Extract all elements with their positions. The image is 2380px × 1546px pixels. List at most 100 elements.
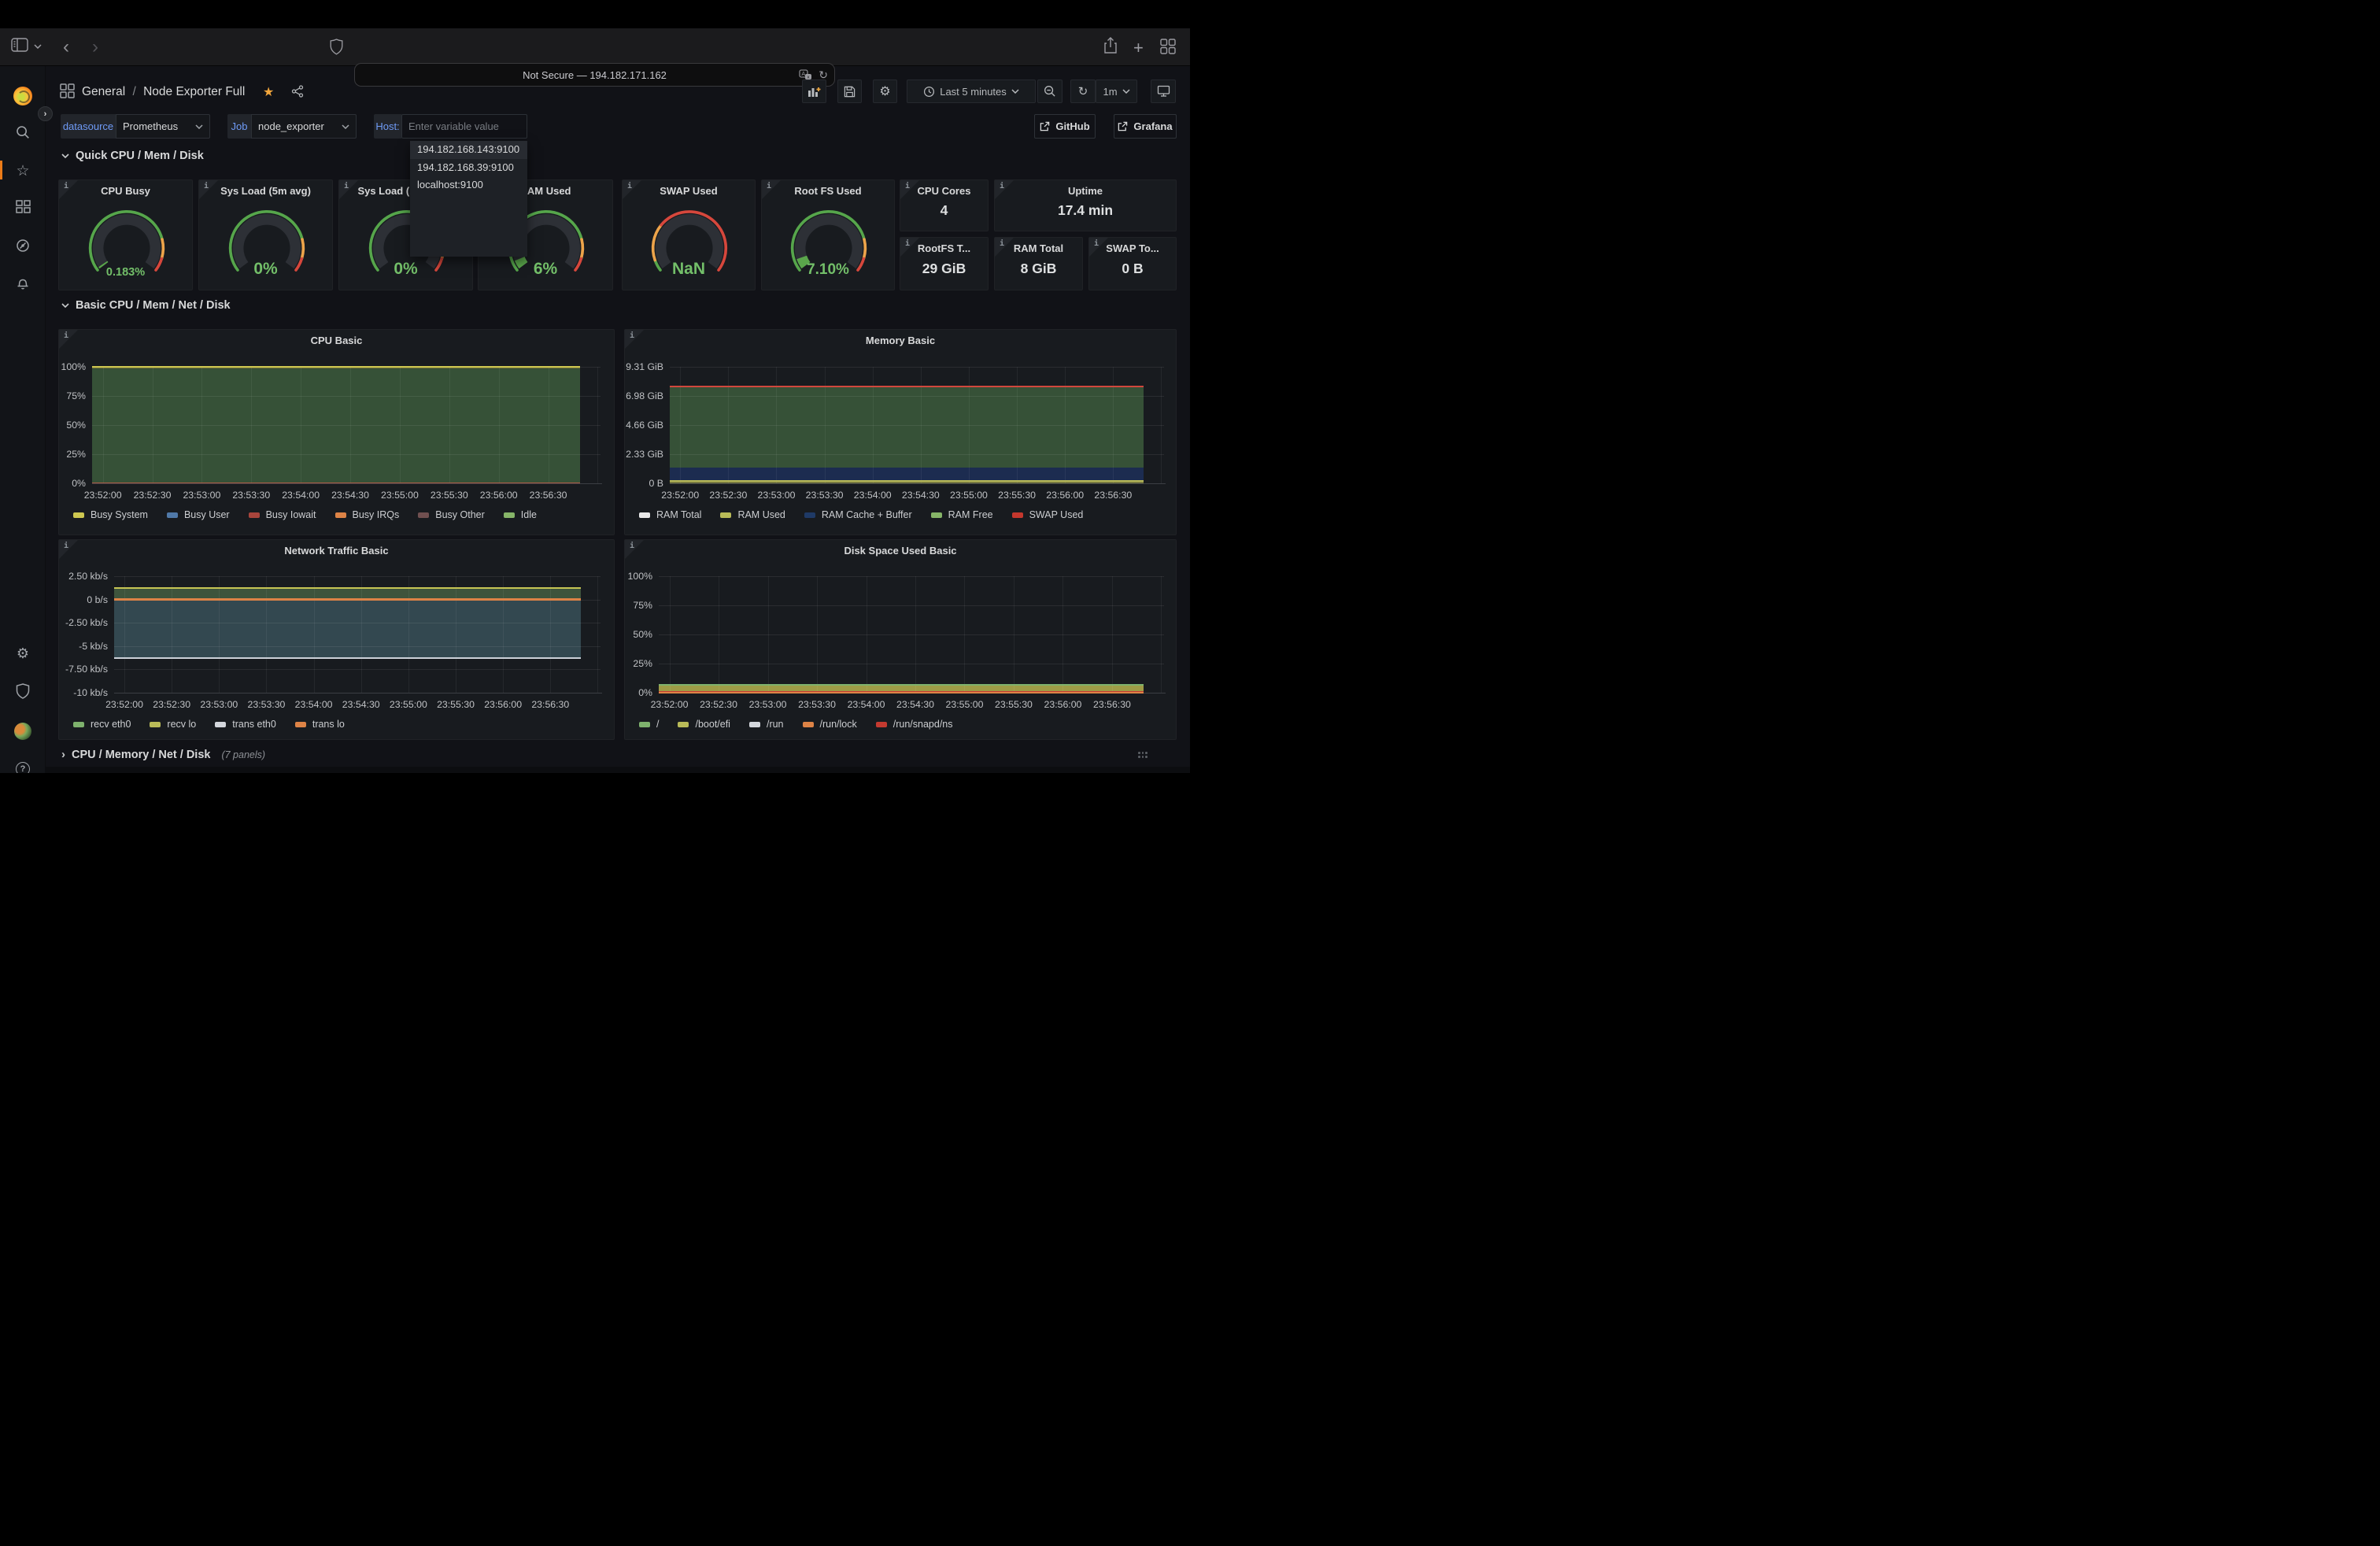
- stat-panel[interactable]: iSWAP To...0 B: [1088, 237, 1177, 290]
- back-button[interactable]: ‹: [63, 38, 69, 57]
- breadcrumb-title[interactable]: Node Exporter Full: [143, 85, 245, 98]
- chart-panel-title[interactable]: Network Traffic Basic: [59, 545, 614, 557]
- configuration-gear-icon[interactable]: ⚙: [0, 645, 46, 662]
- gauge-panel-title[interactable]: Sys Load (5m avg): [199, 185, 332, 197]
- y-axis-label: 2.33 GiB: [625, 449, 663, 460]
- chart-plot-area[interactable]: [659, 576, 1161, 693]
- sidebar-chevron-icon[interactable]: [34, 44, 42, 49]
- gauge-panel[interactable]: iCPU Busy0.183%: [58, 179, 193, 290]
- dashboard-settings-button[interactable]: ⚙: [873, 80, 897, 103]
- server-admin-shield-icon[interactable]: [0, 683, 46, 699]
- chart-panel[interactable]: iDisk Space Used Basic100%75%50%25%0%23:…: [624, 539, 1177, 740]
- stat-panel-title[interactable]: RAM Total: [995, 242, 1082, 254]
- job-variable-select[interactable]: node_exporter: [251, 114, 357, 139]
- gauge-panel[interactable]: iRoot FS Used7.10%: [761, 179, 895, 290]
- stat-panel[interactable]: iUptime17.4 min: [994, 179, 1177, 231]
- privacy-shield-icon[interactable]: [330, 39, 343, 55]
- dashboards-nav-icon[interactable]: [0, 200, 46, 215]
- x-axis-label: 23:55:00: [941, 699, 988, 710]
- github-link-button[interactable]: GitHub: [1034, 114, 1096, 139]
- datasource-variable-select[interactable]: Prometheus: [116, 114, 210, 139]
- gauge-panel[interactable]: iSWAP UsedNaN: [622, 179, 756, 290]
- add-panel-button[interactable]: [802, 80, 826, 103]
- share-dashboard-icon[interactable]: [291, 85, 304, 98]
- share-icon[interactable]: [1103, 36, 1118, 55]
- chart-panel-title[interactable]: Memory Basic: [625, 335, 1176, 346]
- gauge-panel-title[interactable]: Root FS Used: [762, 185, 894, 197]
- sidebar-expand-button[interactable]: ›: [38, 106, 53, 121]
- stat-panel[interactable]: iRootFS T...29 GiB: [900, 237, 989, 290]
- chart-panel[interactable]: iCPU Basic100%75%50%25%0%23:52:0023:52:3…: [58, 329, 615, 535]
- legend-item[interactable]: /run/lock: [803, 719, 857, 730]
- dashboard-grid-icon[interactable]: [60, 83, 75, 98]
- row-header-collapsed[interactable]: › CPU / Memory / Net / Disk (7 panels): [61, 748, 265, 761]
- legend-item[interactable]: trans lo: [295, 719, 345, 730]
- legend-item[interactable]: /run/snapd/ns: [876, 719, 953, 730]
- refresh-interval-picker[interactable]: 1m: [1096, 80, 1137, 103]
- host-option[interactable]: 194.182.168.143:9100: [410, 141, 527, 159]
- legend-item[interactable]: Busy IRQs: [335, 509, 400, 520]
- gauge-panel[interactable]: iSys Load (5m avg)0%: [198, 179, 333, 290]
- zoom-out-button[interactable]: [1037, 80, 1062, 103]
- chart-panel[interactable]: iMemory Basic9.31 GiB6.98 GiB4.66 GiB2.3…: [624, 329, 1177, 535]
- legend-item[interactable]: Busy User: [167, 509, 230, 520]
- legend-item[interactable]: RAM Total: [639, 509, 701, 520]
- chart-panel[interactable]: iNetwork Traffic Basic2.50 kb/s0 b/s-2.5…: [58, 539, 615, 740]
- legend-item[interactable]: Busy System: [73, 509, 148, 520]
- forward-button[interactable]: ›: [92, 38, 98, 57]
- search-icon[interactable]: [0, 124, 46, 140]
- kiosk-mode-button[interactable]: [1151, 80, 1176, 103]
- user-avatar[interactable]: [0, 723, 46, 740]
- sidebar-toggle-icon[interactable]: [11, 38, 28, 52]
- x-axis-label: 23:56:00: [479, 699, 527, 710]
- legend-item[interactable]: RAM Free: [931, 509, 993, 520]
- tab-overview-icon[interactable]: [1160, 39, 1176, 54]
- legend-item[interactable]: recv lo: [150, 719, 196, 730]
- stat-panel[interactable]: iCPU Cores4: [900, 179, 989, 231]
- host-option[interactable]: 194.182.168.39:9100: [410, 159, 527, 177]
- breadcrumb-folder[interactable]: General: [82, 85, 125, 98]
- legend-item[interactable]: recv eth0: [73, 719, 131, 730]
- stat-panel-title[interactable]: SWAP To...: [1089, 242, 1176, 254]
- legend-item[interactable]: Busy Iowait: [249, 509, 316, 520]
- legend-item[interactable]: RAM Cache + Buffer: [804, 509, 912, 520]
- help-icon[interactable]: ?: [0, 762, 46, 773]
- gauge-panel-title[interactable]: SWAP Used: [623, 185, 755, 197]
- chart-plot-area[interactable]: [92, 367, 597, 483]
- legend-item[interactable]: Idle: [504, 509, 537, 520]
- host-option[interactable]: localhost:9100: [410, 176, 527, 194]
- chart-plot-area[interactable]: [670, 367, 1161, 483]
- stat-panel[interactable]: iRAM Total8 GiB: [994, 237, 1083, 290]
- host-variable-input[interactable]: [401, 114, 527, 139]
- explore-compass-icon[interactable]: [0, 238, 46, 253]
- legend-item[interactable]: Busy Other: [418, 509, 485, 520]
- legend-item[interactable]: SWAP Used: [1012, 509, 1084, 520]
- legend-swatch: [73, 722, 84, 727]
- starred-nav-icon[interactable]: ☆: [0, 162, 46, 180]
- chart-panel-title[interactable]: CPU Basic: [59, 335, 614, 346]
- grafana-link-button[interactable]: Grafana: [1114, 114, 1177, 139]
- chart-panel-title[interactable]: Disk Space Used Basic: [625, 545, 1176, 557]
- save-dashboard-button[interactable]: [837, 80, 862, 103]
- legend-item[interactable]: /run: [749, 719, 784, 730]
- drag-handle-icon[interactable]: [1138, 752, 1149, 760]
- new-tab-icon[interactable]: +: [1133, 38, 1144, 58]
- favorite-star-icon[interactable]: ★: [263, 84, 274, 100]
- row-header-basic[interactable]: Basic CPU / Mem / Net / Disk: [61, 299, 231, 312]
- grafana-logo-icon[interactable]: [0, 87, 46, 105]
- refresh-button[interactable]: ↻: [1070, 80, 1096, 103]
- legend-item[interactable]: trans eth0: [215, 719, 276, 730]
- chart-plot-area[interactable]: [114, 576, 597, 693]
- legend-item[interactable]: RAM Used: [720, 509, 785, 520]
- gauge-panel-title[interactable]: CPU Busy: [59, 185, 192, 197]
- row-header-quick[interactable]: Quick CPU / Mem / Disk: [61, 150, 204, 162]
- legend-item[interactable]: /boot/efi: [678, 719, 730, 730]
- time-range-picker[interactable]: Last 5 minutes: [907, 80, 1036, 103]
- stat-panel-title[interactable]: RootFS T...: [900, 242, 988, 254]
- stat-panel-title[interactable]: CPU Cores: [900, 185, 988, 197]
- stat-panel-title[interactable]: Uptime: [995, 185, 1176, 197]
- alerting-bell-icon[interactable]: [0, 276, 46, 290]
- legend-item[interactable]: /: [639, 719, 659, 730]
- url-bar[interactable]: Not Secure — 194.182.171.162 A x ↻: [354, 63, 835, 87]
- y-axis-label: 0%: [625, 687, 652, 698]
